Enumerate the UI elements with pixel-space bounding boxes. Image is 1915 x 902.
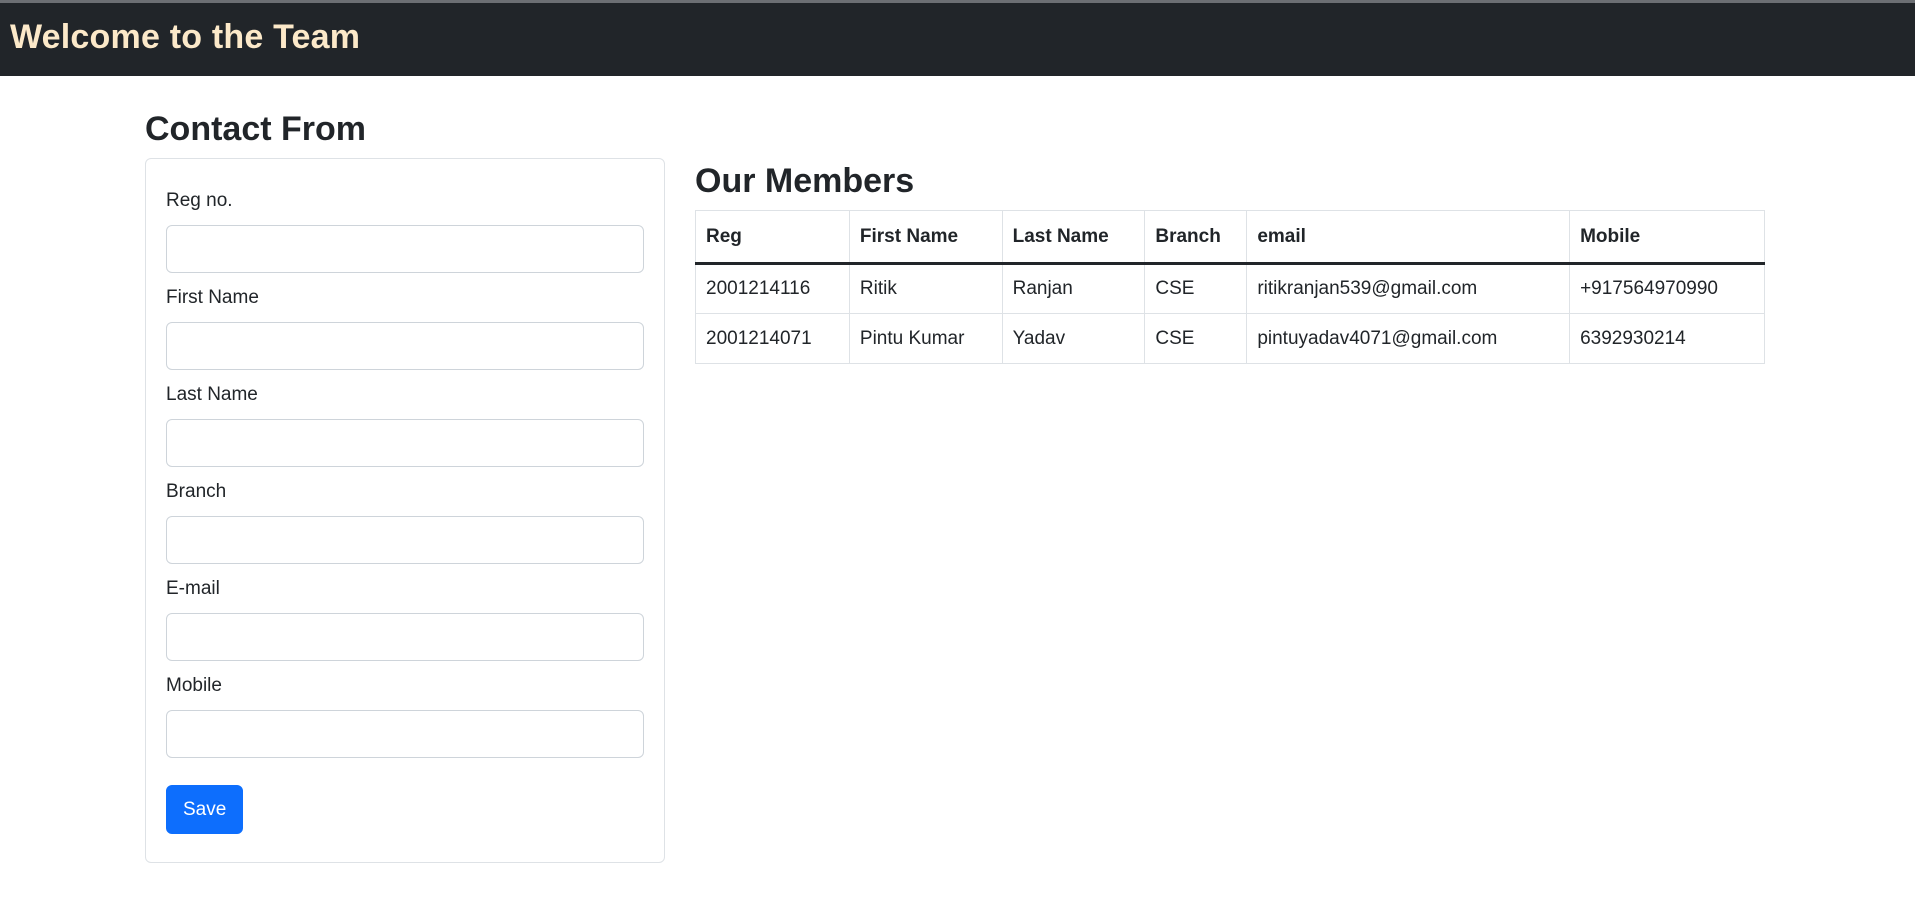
branch-input[interactable] xyxy=(166,516,644,564)
members-title: Our Members xyxy=(695,162,915,200)
column-header-branch: Branch xyxy=(1144,210,1248,265)
mobile-input[interactable] xyxy=(166,710,644,758)
cell-email: ritikranjan539@gmail.com xyxy=(1246,263,1571,314)
first-name-label: First Name xyxy=(166,287,259,308)
form-title: Contact From xyxy=(145,110,366,148)
column-header-first-name: First Name xyxy=(848,210,1003,265)
members-table: Reg First Name Last Name Branch email Mo… xyxy=(695,210,1765,364)
table-header-row: Reg First Name Last Name Branch email Mo… xyxy=(695,210,1765,265)
cell-last-name: Yadav xyxy=(1001,313,1146,364)
cell-last-name: Ranjan xyxy=(1001,263,1146,314)
column-header-mobile: Mobile xyxy=(1569,210,1765,265)
cell-mobile: +917564970990 xyxy=(1569,263,1765,314)
column-header-reg: Reg xyxy=(695,210,850,265)
save-button[interactable]: Save xyxy=(166,785,244,834)
cell-reg: 2001214071 xyxy=(695,313,850,364)
cell-first-name: Ritik xyxy=(848,263,1003,314)
column-header-last-name: Last Name xyxy=(1001,210,1146,265)
cell-reg: 2001214116 xyxy=(695,263,850,314)
cell-first-name: Pintu Kumar xyxy=(848,313,1003,364)
table-row: 2001214116 Ritik Ranjan CSE ritikranjan5… xyxy=(695,263,1765,314)
first-name-input[interactable] xyxy=(166,322,644,370)
navbar-brand[interactable]: Welcome to the Team xyxy=(10,18,360,57)
navbar: Welcome to the Team xyxy=(0,3,1915,76)
contact-form: Reg no. First Name Last Name Branch E-ma… xyxy=(145,158,665,863)
mobile-label: Mobile xyxy=(166,675,222,696)
reg-no-input[interactable] xyxy=(166,225,644,273)
reg-no-label: Reg no. xyxy=(166,190,233,211)
table-row: 2001214071 Pintu Kumar Yadav CSE pintuya… xyxy=(695,313,1765,364)
cell-branch: CSE xyxy=(1144,313,1248,364)
last-name-label: Last Name xyxy=(166,384,258,405)
last-name-input[interactable] xyxy=(166,419,644,467)
cell-branch: CSE xyxy=(1144,263,1248,314)
email-input[interactable] xyxy=(166,613,644,661)
email-label: E-mail xyxy=(166,578,220,599)
cell-mobile: 6392930214 xyxy=(1569,313,1765,364)
column-header-email: email xyxy=(1246,210,1571,265)
branch-label: Branch xyxy=(166,481,227,502)
cell-email: pintuyadav4071@gmail.com xyxy=(1246,313,1571,364)
